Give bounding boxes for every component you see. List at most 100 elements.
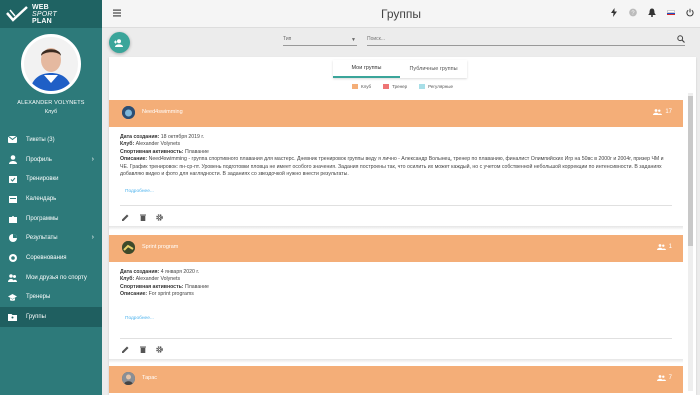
- sidebar-item-label: Результаты: [26, 235, 58, 242]
- sidebar-item-label: Тикеты (3): [26, 136, 55, 143]
- medal-icon: [8, 253, 17, 262]
- profile-name: ALEXANDER VOLYNETS: [17, 100, 85, 106]
- edit-icon[interactable]: [122, 213, 129, 221]
- sidebar-item-profile[interactable]: Профиль ›: [0, 150, 102, 170]
- sidebar-item-results[interactable]: Результаты ›: [0, 228, 102, 248]
- sidebar-item-calendar[interactable]: Календарь: [0, 189, 102, 209]
- sidebar: WEB SPORT PLAN ALEXANDER VOLYNETS Клуб Т…: [0, 0, 102, 395]
- brand-line3: PLAN: [32, 17, 52, 25]
- group-name: Sprint program: [142, 244, 179, 250]
- sidebar-item-coaches[interactable]: Тренеры: [0, 288, 102, 308]
- gear-icon[interactable]: [156, 213, 163, 221]
- group-card-header[interactable]: Need4swimming 17: [109, 100, 683, 127]
- help-icon[interactable]: ?: [629, 8, 637, 17]
- group-details: Дата создания: 18 октября 2019 г. Клуб: …: [109, 127, 683, 196]
- edit-icon[interactable]: [122, 345, 129, 353]
- field-label: Клуб:: [120, 276, 135, 283]
- group-card: Need4swimming 17 Дата создания: 18 октяб…: [109, 100, 683, 226]
- tab-public-groups[interactable]: Публичные группы: [400, 60, 467, 78]
- legend-label: Регулярные: [428, 84, 453, 89]
- legend-swatch-regular: [419, 84, 426, 89]
- group-card: Тарас 7: [109, 366, 683, 395]
- person-icon: [8, 155, 17, 165]
- language-flag-icon[interactable]: [667, 8, 675, 17]
- legend-label: Клуб: [360, 84, 372, 89]
- search-icon[interactable]: [677, 35, 685, 43]
- groups-panel: Мои группы Публичные группы Клуб Тренер …: [109, 57, 696, 395]
- bell-icon[interactable]: [648, 8, 656, 17]
- legend-label: Тренер: [392, 84, 408, 89]
- member-count: 1: [656, 244, 672, 250]
- friends-icon: [8, 273, 17, 282]
- field-label: Дата создания:: [120, 269, 160, 275]
- legend-item-club: Клуб: [351, 84, 372, 89]
- more-link[interactable]: Подробнее...: [125, 188, 672, 195]
- power-icon[interactable]: [686, 8, 694, 17]
- member-count-value: 7: [668, 375, 672, 381]
- group-card-header[interactable]: Sprint program 1: [109, 235, 683, 262]
- delete-icon[interactable]: [139, 213, 146, 221]
- legend-swatch-coach: [383, 84, 390, 89]
- brand-logo[interactable]: WEB SPORT PLAN: [0, 0, 102, 28]
- delete-icon[interactable]: [139, 345, 146, 353]
- field-label: Спортивная активность:: [120, 148, 184, 155]
- graduation-cap-icon: [8, 293, 17, 302]
- group-name: Need4swimming: [142, 109, 183, 115]
- profile-block: ALEXANDER VOLYNETS Клуб: [0, 28, 102, 130]
- calendar-icon: [8, 194, 17, 203]
- members-icon: [653, 109, 663, 115]
- scrollbar[interactable]: [688, 93, 693, 391]
- member-count: 17: [653, 109, 672, 115]
- lightning-icon[interactable]: [610, 8, 618, 17]
- pie-chart-icon: [8, 234, 17, 243]
- type-select-label: Тип: [283, 36, 292, 42]
- search-input[interactable]: [367, 36, 657, 42]
- more-link[interactable]: Подробнее...: [125, 315, 672, 322]
- avatar[interactable]: [21, 34, 81, 94]
- group-avatar: [122, 241, 135, 254]
- sidebar-item-programs[interactable]: Программы: [0, 209, 102, 229]
- group-activity: Спортивная активность: Плавание: [120, 284, 672, 291]
- member-count: 7: [656, 375, 672, 381]
- group-actions: [122, 213, 163, 221]
- field-value: 18 октября 2019 г.: [160, 134, 205, 140]
- group-name: Тарас: [142, 375, 158, 381]
- sidebar-item-tickets[interactable]: Тикеты (3): [0, 130, 102, 150]
- add-group-button[interactable]: [109, 32, 130, 53]
- type-select[interactable]: Тип ▼: [283, 36, 357, 46]
- group-avatar: [122, 106, 135, 119]
- field-label: Спортивная активность:: [120, 283, 184, 290]
- sidebar-item-groups[interactable]: Группы: [0, 307, 102, 327]
- logo-check-icon: [6, 6, 28, 22]
- top-icons: ?: [610, 8, 694, 17]
- calendar-check-icon: [8, 175, 17, 184]
- top-bar: Группы ?: [102, 0, 700, 28]
- gear-icon[interactable]: [156, 345, 163, 353]
- group-details: Дата создания: 4 января 2020 г. Клуб: Al…: [109, 262, 683, 322]
- brand-text: WEB SPORT PLAN: [32, 4, 57, 25]
- group-card-header[interactable]: Тарас 7: [109, 366, 683, 393]
- divider: [120, 205, 672, 206]
- search-field[interactable]: [367, 35, 685, 46]
- group-actions: [122, 345, 163, 353]
- sidebar-item-label: Соревнования: [26, 254, 67, 261]
- field-value: Alexander Volynets: [135, 141, 181, 148]
- sidebar-item-friends[interactable]: Мои друзья по спорту: [0, 268, 102, 288]
- sidebar-nav: Тикеты (3) Профиль › Тренировки Календар…: [0, 130, 102, 327]
- scrollbar-thumb[interactable]: [688, 96, 693, 246]
- field-label: Дата создания:: [120, 134, 160, 140]
- field-value: Alexander Volynets: [135, 276, 181, 283]
- sidebar-item-label: Тренировки: [26, 176, 59, 183]
- divider: [120, 338, 672, 339]
- tab-my-groups[interactable]: Мои группы: [333, 60, 400, 78]
- sidebar-item-label: Программы: [26, 215, 59, 222]
- profile-role: Клуб: [44, 109, 58, 115]
- sidebar-item-label: Календарь: [26, 195, 57, 202]
- sidebar-item-competitions[interactable]: Соревнования: [0, 248, 102, 268]
- field-value: Плавание: [184, 148, 209, 155]
- brand-line2: SPORT: [32, 10, 57, 18]
- sidebar-item-trainings[interactable]: Тренировки: [0, 169, 102, 189]
- field-value: For sprint programs: [148, 291, 194, 298]
- puzzle-icon: [8, 214, 17, 223]
- field-value: Плавание: [184, 283, 209, 290]
